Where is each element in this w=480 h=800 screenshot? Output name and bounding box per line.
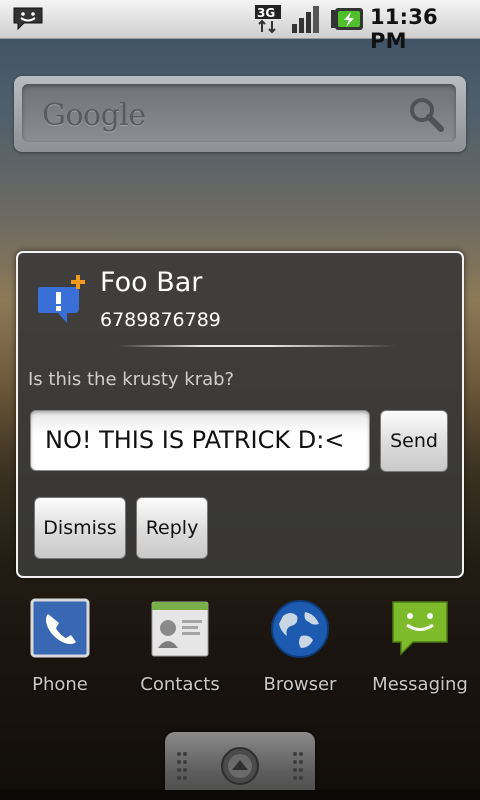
sms-popup-dialog: Foo Bar 6789876789 Is this the krusty kr… — [16, 251, 464, 578]
status-bar: 3G 11:36 PM — [0, 0, 480, 53]
dock-item-messaging[interactable]: Messaging — [365, 598, 475, 708]
messaging-icon — [392, 601, 448, 656]
dismiss-button[interactable]: Dismiss — [34, 497, 126, 559]
status-time: 11:36 PM — [370, 5, 438, 53]
google-search-widget[interactable]: Google — [14, 76, 466, 152]
signal-icon — [292, 6, 319, 33]
reply-button[interactable]: Reply — [136, 497, 208, 559]
google-logo: Google — [42, 98, 146, 133]
sender-number: 6789876789 — [100, 309, 221, 331]
globe-icon — [271, 600, 329, 658]
network-3g-icon: 3G — [255, 5, 281, 34]
dock-label: Browser — [263, 674, 337, 695]
dock-label: Contacts — [140, 674, 220, 695]
message-text: Is this the krusty krab? — [28, 369, 235, 390]
phone-icon — [30, 598, 90, 658]
contacts-icon — [151, 601, 209, 657]
dock-item-browser[interactable]: Browser — [245, 598, 355, 708]
search-icon[interactable] — [406, 94, 446, 134]
add-message-icon — [38, 275, 85, 323]
reply-input[interactable]: NO! THIS IS PATRICK D:< — [30, 410, 370, 471]
grip-dots-icon — [177, 752, 187, 780]
dock-label: Phone — [32, 674, 88, 695]
message-notification-icon[interactable] — [12, 6, 44, 30]
dock-item-contacts[interactable]: Contacts — [125, 598, 235, 708]
sender-name: Foo Bar — [100, 267, 203, 298]
grip-dots-icon — [293, 752, 303, 780]
battery-charging-icon — [331, 8, 363, 30]
svg-text:3G: 3G — [257, 6, 275, 20]
search-box[interactable]: Google — [22, 84, 456, 142]
dock-item-phone[interactable]: Phone — [5, 598, 115, 708]
dock-label: Messaging — [372, 674, 468, 695]
divider — [118, 345, 396, 347]
bottom-bar — [0, 790, 480, 800]
send-button[interactable]: Send — [380, 410, 448, 472]
launcher-up-icon — [221, 747, 259, 785]
